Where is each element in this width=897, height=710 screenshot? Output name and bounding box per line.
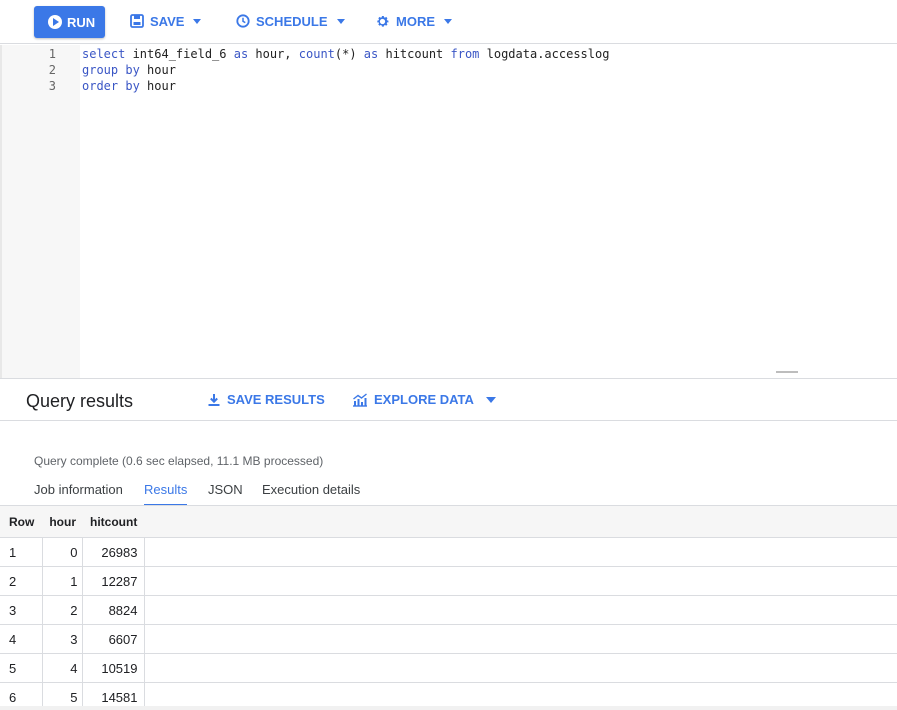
- column-header-hitcount[interactable]: hitcount: [82, 506, 144, 538]
- tab-results[interactable]: Results: [144, 482, 188, 506]
- table-row: 2 1 12287: [0, 566, 897, 596]
- results-table: Row hour hitcount 1 0 26983 2 1 12287 3 …: [0, 505, 897, 710]
- save-results-label: SAVE RESULTS: [227, 392, 325, 407]
- code-line-2[interactable]: group by hour: [82, 63, 176, 77]
- gear-icon: [377, 15, 389, 27]
- table-row: 1 0 26983: [0, 537, 897, 567]
- results-header: Query results SAVE RESULTS EXPLORE DATA: [0, 378, 897, 421]
- run-label: RUN: [67, 14, 96, 30]
- editor-resize-handle[interactable]: [776, 371, 798, 373]
- tab-execution-details[interactable]: Execution details: [262, 482, 360, 506]
- chevron-down-icon[interactable]: [485, 396, 496, 403]
- cell-hour: 2: [42, 595, 83, 625]
- more-button[interactable]: MORE: [375, 11, 452, 31]
- play-icon: [48, 15, 62, 29]
- schedule-label: SCHEDULE: [256, 13, 328, 29]
- table-row: 4 3 6607: [0, 624, 897, 654]
- schedule-button[interactable]: SCHEDULE: [236, 11, 345, 31]
- chart-icon: [353, 392, 367, 407]
- code-line-3[interactable]: order by hour: [82, 79, 176, 93]
- clock-icon: [236, 14, 250, 28]
- line-number: 3: [48, 79, 56, 93]
- more-label: MORE: [396, 13, 435, 29]
- results-tabs: Job information Results JSON Execution d…: [0, 478, 897, 506]
- column-filler: [144, 506, 897, 538]
- cell-hour: 4: [42, 653, 83, 683]
- tab-job-information[interactable]: Job information: [34, 482, 123, 506]
- column-header-row[interactable]: Row: [0, 506, 42, 538]
- horizontal-scrollbar[interactable]: [0, 706, 897, 710]
- cell-hitcount: 12287: [82, 566, 145, 596]
- save-button[interactable]: SAVE: [130, 11, 202, 31]
- line-number: 1: [48, 47, 56, 61]
- cell-row: 2: [0, 566, 43, 596]
- code-line-1[interactable]: select int64_field_6 as hour, count(*) a…: [82, 47, 609, 61]
- cell-hour: 3: [42, 624, 83, 654]
- query-toolbar: RUN SAVE SCHEDULE MORE: [0, 0, 897, 44]
- cell-hour: 0: [42, 537, 83, 567]
- line-number: 2: [48, 63, 56, 77]
- tab-json[interactable]: JSON: [208, 482, 243, 506]
- cell-row: 5: [0, 653, 43, 683]
- cell-hitcount: 10519: [82, 653, 145, 683]
- explore-data-button[interactable]: EXPLORE DATA: [352, 392, 496, 407]
- line-number-gutter: 1 2 3: [2, 45, 80, 378]
- cell-hitcount: 26983: [82, 537, 145, 567]
- table-row: 5 4 10519: [0, 653, 897, 683]
- run-button[interactable]: RUN: [34, 6, 105, 38]
- chevron-down-icon: [336, 18, 345, 24]
- cell-hitcount: 6607: [82, 624, 145, 654]
- chevron-down-icon: [193, 18, 202, 24]
- save-results-button[interactable]: SAVE RESULTS: [207, 392, 325, 407]
- download-icon: [208, 393, 220, 406]
- save-label: SAVE: [150, 13, 185, 29]
- cell-row: 3: [0, 595, 43, 625]
- cell-row: 4: [0, 624, 43, 654]
- cell-hour: 1: [42, 566, 83, 596]
- table-header-row: Row hour hitcount: [0, 505, 897, 538]
- cell-hitcount: 8824: [82, 595, 145, 625]
- query-editor[interactable]: 1 2 3 select int64_field_6 as hour, coun…: [0, 45, 897, 378]
- column-header-hour[interactable]: hour: [42, 506, 82, 538]
- table-row: 3 2 8824: [0, 595, 897, 625]
- save-icon: [130, 14, 144, 28]
- query-status: Query complete (0.6 sec elapsed, 11.1 MB…: [34, 454, 324, 468]
- explore-data-label: EXPLORE DATA: [374, 392, 474, 407]
- results-title: Query results: [26, 391, 134, 411]
- cell-row: 1: [0, 537, 43, 567]
- chevron-down-icon: [444, 18, 452, 24]
